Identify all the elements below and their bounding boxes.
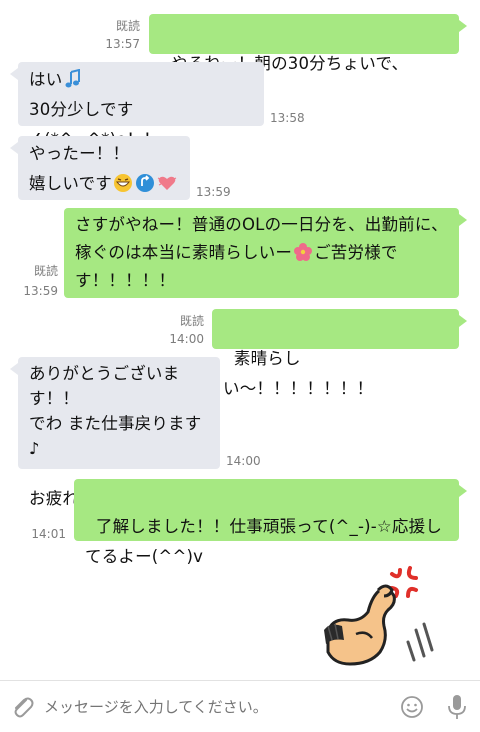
read-receipt: 既読: [33, 264, 58, 278]
message-input[interactable]: [44, 691, 384, 723]
message-time: 14:00: [226, 454, 261, 468]
grinning-face-icon: [114, 174, 133, 192]
up-arrow-icon: [136, 174, 155, 192]
message-time: 13:57: [105, 37, 140, 51]
message-time: 14:00: [169, 332, 204, 346]
message-text: 素晴らしい〜！！！！！！！: [223, 349, 374, 398]
message-text: はい: [29, 70, 63, 89]
read-receipt: 既読: [115, 19, 140, 33]
incoming-message-bubble[interactable]: やったー！！ 嬉しいです: [18, 136, 190, 200]
message-time: 13:59: [196, 185, 231, 199]
incoming-message-bubble[interactable]: ありがとうございます！！ でわ また仕事戻ります♪ お疲れさまです: [18, 357, 220, 508]
message-input-bar: [0, 680, 480, 732]
message-time: 13:59: [23, 284, 58, 298]
message-time: 14:01: [31, 527, 66, 541]
paperclip-icon[interactable]: [10, 694, 34, 720]
outgoing-message-bubble[interactable]: さすがやねー！普通のOLの一日分を、出勤前に、稼ぐのは本当に素晴らしいー ご苦労様…: [64, 208, 459, 298]
read-receipt: 既読: [179, 314, 204, 328]
message-text: 了解しました！！仕事頑張って(^_-)-☆応援してるよー(^^)v: [85, 517, 443, 566]
flexed-biceps-anger-sticker[interactable]: [320, 560, 440, 670]
smiley-icon[interactable]: [400, 695, 424, 719]
outgoing-message-bubble[interactable]: 素晴らしい〜！！！！！！！: [212, 309, 459, 398]
outgoing-message-bubble[interactable]: やるねー！朝の30分ちょいで、7000円？: [149, 14, 459, 103]
message-time: 13:58: [270, 111, 305, 125]
microphone-icon[interactable]: [446, 693, 468, 721]
incoming-message-bubble[interactable]: はい 30分少しです∠(*^−^*)o！！: [18, 62, 264, 149]
outgoing-message-bubble[interactable]: 了解しました！！仕事頑張って(^_-)-☆応援してるよー(^^)v: [74, 479, 459, 566]
hibiscus-icon: [294, 243, 313, 261]
heart-icon: [157, 176, 177, 190]
music-note-icon: [65, 69, 81, 88]
